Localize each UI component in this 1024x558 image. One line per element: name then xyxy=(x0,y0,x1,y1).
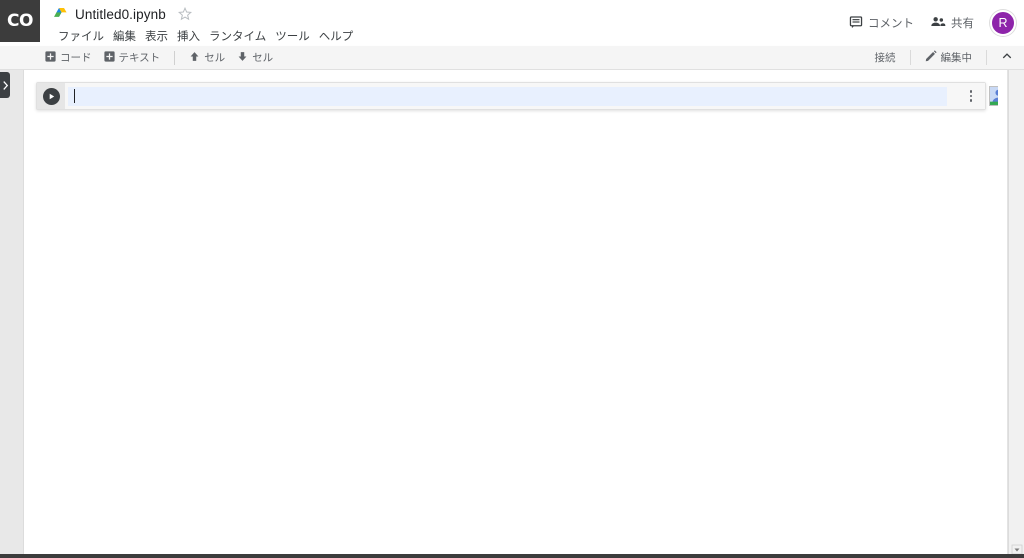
share-label: 共有 xyxy=(951,18,974,30)
connect-button[interactable]: 接続 xyxy=(870,48,901,67)
notebook-canvas xyxy=(25,70,998,554)
more-vert-icon xyxy=(969,99,973,102)
document-title[interactable]: Untitled0.ipynb xyxy=(75,7,166,22)
toolbar-left-group: コード テキスト セル セル xyxy=(0,48,278,67)
vertical-scrollbar[interactable] xyxy=(1008,70,1024,555)
bottom-chrome-bar xyxy=(0,554,1024,558)
menu-view[interactable]: 表示 xyxy=(141,27,173,45)
notebook-body xyxy=(0,70,1024,554)
plus-box-icon xyxy=(103,50,115,65)
share-button[interactable]: 共有 xyxy=(922,11,982,36)
chevron-right-icon xyxy=(2,80,9,91)
scroll-down-arrow-icon[interactable] xyxy=(1011,542,1023,555)
google-drive-icon xyxy=(54,7,69,21)
menu-insert[interactable]: 挿入 xyxy=(173,27,205,45)
move-cell-up-button[interactable]: セル xyxy=(184,48,230,67)
active-line-highlight xyxy=(68,87,947,106)
add-code-cell-button[interactable]: コード xyxy=(40,48,97,67)
collapse-toolbar-button[interactable] xyxy=(996,48,1018,67)
star-outline-icon[interactable] xyxy=(177,6,192,21)
comment-label: コメント xyxy=(868,18,914,30)
code-cell[interactable] xyxy=(36,82,986,110)
more-vert-icon xyxy=(969,94,973,98)
user-avatar[interactable]: R xyxy=(990,10,1016,36)
menu-edit[interactable]: 編集 xyxy=(109,27,141,45)
menu-file[interactable]: ファイル xyxy=(54,27,109,45)
move-cell-up-label: セル xyxy=(204,52,226,64)
add-text-cell-button[interactable]: テキスト xyxy=(99,48,166,67)
menu-runtime[interactable]: ランタイム xyxy=(205,27,271,45)
cell-wrapper xyxy=(36,82,998,110)
header-actions: コメント 共有 R xyxy=(841,8,1016,38)
notebook-toolbar: コード テキスト セル セル 接続 編集中 xyxy=(0,46,1024,70)
editing-status-button[interactable]: 編集中 xyxy=(920,48,978,67)
toolbar-divider xyxy=(174,50,176,65)
toolbar-divider xyxy=(986,50,987,65)
comment-icon xyxy=(849,15,863,32)
add-code-cell-label: コード xyxy=(60,52,92,64)
connect-label: 接続 xyxy=(874,52,896,64)
text-caret xyxy=(74,89,75,103)
left-sidebar-strip xyxy=(0,70,24,554)
move-cell-down-button[interactable]: セル xyxy=(232,48,278,67)
toolbar-right-group: 接続 編集中 xyxy=(870,48,1019,67)
comment-button[interactable]: コメント xyxy=(841,11,922,36)
person-avatar-icon[interactable] xyxy=(989,86,998,106)
run-cell-button[interactable] xyxy=(37,83,65,109)
colab-app: CO Untitled0.ipynb ファイル 編集 表示 挿入 ランタイム ツ… xyxy=(0,0,1024,558)
arrow-up-icon xyxy=(189,51,200,65)
plus-box-icon xyxy=(45,50,56,65)
expand-sidebar-button[interactable] xyxy=(0,72,10,98)
people-icon xyxy=(930,15,946,32)
more-vert-icon xyxy=(969,90,973,93)
app-header: CO Untitled0.ipynb ファイル 編集 表示 挿入 ランタイム ツ… xyxy=(0,0,1024,46)
add-text-cell-label: テキスト xyxy=(118,52,161,64)
chevron-up-icon xyxy=(1001,50,1013,65)
toolbar-divider xyxy=(909,50,911,65)
code-editor[interactable] xyxy=(65,83,985,109)
editing-status-label: 編集中 xyxy=(940,52,973,64)
menu-tools[interactable]: ツール xyxy=(271,27,315,45)
pencil-icon xyxy=(925,50,937,65)
menu-help[interactable]: ヘルプ xyxy=(315,27,359,45)
colab-logo-text: CO xyxy=(7,11,33,31)
arrow-down-icon xyxy=(237,51,248,65)
avatar-initial: R xyxy=(998,16,1008,30)
cell-options-menu[interactable] xyxy=(964,88,978,104)
move-cell-down-label: セル xyxy=(252,52,274,64)
play-icon xyxy=(42,87,60,105)
colab-logo[interactable]: CO xyxy=(0,0,40,42)
